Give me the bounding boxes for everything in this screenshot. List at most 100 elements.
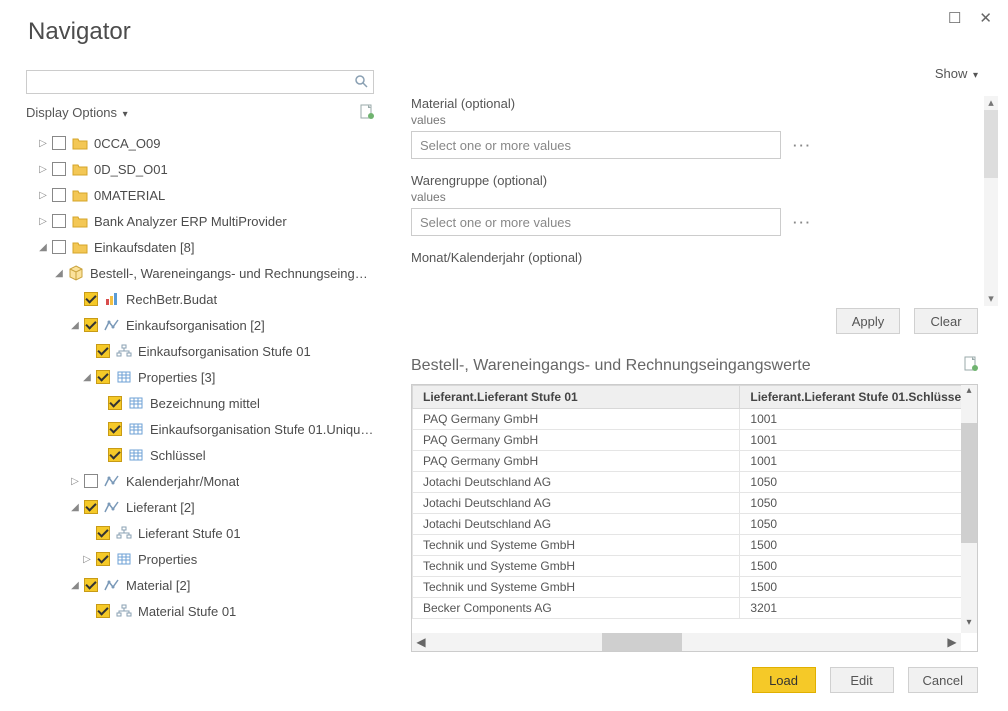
- checkbox[interactable]: [84, 474, 98, 488]
- checkbox[interactable]: [84, 500, 98, 514]
- tree-kalender-monat[interactable]: ▷Kalenderjahr/Monat: [26, 468, 374, 494]
- tree-bwr-cube[interactable]: ◢Bestell-, Wareneingangs- und Rechnungse…: [26, 260, 374, 286]
- table-row[interactable]: Technik und Systeme GmbH1500Technik und …: [413, 577, 962, 598]
- checkbox[interactable]: [108, 422, 122, 436]
- tree-einkaufsorg-stufe01[interactable]: Einkaufsorganisation Stufe 01: [26, 338, 374, 364]
- clear-button[interactable]: Clear: [914, 308, 978, 334]
- checkbox[interactable]: [96, 370, 110, 384]
- tree-lieferant[interactable]: ◢Lieferant [2]: [26, 494, 374, 520]
- table-cell: 1500: [740, 577, 961, 598]
- window-close-icon[interactable]: ✕: [979, 11, 992, 26]
- edit-button[interactable]: Edit: [830, 667, 894, 693]
- load-button[interactable]: Load: [752, 667, 816, 693]
- checkbox[interactable]: [84, 318, 98, 332]
- search-icon[interactable]: [354, 74, 368, 91]
- tree-einkaufsorg-props[interactable]: ◢Properties [3]: [26, 364, 374, 390]
- preview-grid[interactable]: Lieferant.Lieferant Stufe 01Lieferant.Li…: [411, 384, 978, 652]
- tree-rechbetr-budat[interactable]: RechBetr.Budat: [26, 286, 374, 312]
- filter-warengruppe-browse[interactable]: ···: [793, 215, 812, 230]
- filter-material-input[interactable]: Select one or more values: [411, 131, 781, 159]
- tree-bezeichnung-mittel[interactable]: Bezeichnung mittel: [26, 390, 374, 416]
- table-cell: 1050: [740, 493, 961, 514]
- filters-scrollbar[interactable]: ▴ ▾: [984, 96, 998, 306]
- column-header[interactable]: Lieferant.Lieferant Stufe 01.Schlüssel: [740, 386, 961, 409]
- tree-material[interactable]: ◢Material [2]: [26, 572, 374, 598]
- filter-warengruppe-label: Warengruppe (optional): [411, 173, 951, 188]
- display-options-dropdown[interactable]: Display Options ▾: [26, 105, 128, 120]
- tree-item-label: Einkaufsorganisation Stufe 01.UniqueNa..…: [150, 422, 374, 437]
- search-input[interactable]: [26, 70, 374, 94]
- table-row[interactable]: PAQ Germany GmbH1001PAQ Germany GmbH: [413, 409, 962, 430]
- table-row[interactable]: Jotachi Deutschland AG1050Jotachi Deutsc…: [413, 514, 962, 535]
- apply-button[interactable]: Apply: [836, 308, 900, 334]
- table-row[interactable]: Jotachi Deutschland AG1050Jotachi Deutsc…: [413, 493, 962, 514]
- checkbox[interactable]: [52, 214, 66, 228]
- scroll-down-icon[interactable]: ▾: [984, 292, 998, 306]
- tree-item-label: Einkaufsorganisation [2]: [126, 318, 265, 333]
- scroll-thumb[interactable]: [602, 633, 682, 651]
- add-sheet-icon[interactable]: [964, 356, 978, 375]
- checkbox[interactable]: [96, 526, 110, 540]
- grid-vscrollbar[interactable]: ▴ ▾: [961, 385, 977, 633]
- checkbox[interactable]: [52, 162, 66, 176]
- scroll-up-icon[interactable]: ▴: [984, 96, 998, 110]
- checkbox[interactable]: [52, 136, 66, 150]
- tree-material-stufe01[interactable]: Material Stufe 01: [26, 598, 374, 624]
- table-row[interactable]: Becker Components AG3201Becker Component…: [413, 598, 962, 619]
- checkbox[interactable]: [108, 448, 122, 462]
- window-maximize-icon[interactable]: ☐: [948, 11, 961, 26]
- navigator-tree[interactable]: ▷0CCA_O09▷0D_SD_O01▷0MATERIAL▷Bank Analy…: [26, 130, 374, 630]
- checkbox[interactable]: [52, 240, 66, 254]
- checkbox[interactable]: [108, 396, 122, 410]
- expand-toggle-icon[interactable]: ◢: [38, 242, 48, 253]
- scroll-down-icon[interactable]: ▾: [961, 617, 977, 633]
- checkbox[interactable]: [84, 578, 98, 592]
- table-row[interactable]: Technik und Systeme GmbH1500Technik und …: [413, 535, 962, 556]
- table-row[interactable]: Technik und Systeme GmbH1500Technik und …: [413, 556, 962, 577]
- expand-toggle-icon[interactable]: ▷: [38, 216, 48, 227]
- checkbox[interactable]: [52, 188, 66, 202]
- refresh-preview-icon[interactable]: [360, 104, 374, 120]
- tree-lieferant-props[interactable]: ▷Properties: [26, 546, 374, 572]
- tree-material-props[interactable]: ▷Properties: [26, 624, 374, 630]
- table-icon: [128, 421, 144, 437]
- expand-toggle-icon[interactable]: ▷: [38, 190, 48, 201]
- tree-einkaufsdaten[interactable]: ◢Einkaufsdaten [8]: [26, 234, 374, 260]
- checkbox[interactable]: [96, 552, 110, 566]
- tree-schluessel[interactable]: Schlüssel: [26, 442, 374, 468]
- tree-0material[interactable]: ▷0MATERIAL: [26, 182, 374, 208]
- checkbox[interactable]: [96, 344, 110, 358]
- tree-einkaufsorganisation[interactable]: ◢ Einkaufsorganisation [2]: [26, 312, 374, 338]
- checkbox[interactable]: [96, 604, 110, 618]
- expand-toggle-icon[interactable]: ◢: [70, 580, 80, 591]
- expand-toggle-icon[interactable]: ▷: [38, 164, 48, 175]
- cancel-button[interactable]: Cancel: [908, 667, 978, 693]
- table-row[interactable]: Jotachi Deutschland AG1050Jotachi Deutsc…: [413, 472, 962, 493]
- table-cell: PAQ Germany GmbH: [413, 430, 740, 451]
- scroll-up-icon[interactable]: ▴: [961, 385, 977, 401]
- scroll-left-icon[interactable]: ◀: [412, 633, 430, 651]
- expand-toggle-icon[interactable]: ◢: [70, 320, 80, 331]
- scroll-right-icon[interactable]: ▶: [943, 633, 961, 651]
- tree-0d-sd-o01[interactable]: ▷0D_SD_O01: [26, 156, 374, 182]
- show-dropdown[interactable]: Show ▾: [935, 66, 978, 81]
- grid-hscrollbar[interactable]: ◀ ▶: [412, 633, 961, 651]
- tree-0cca-o09[interactable]: ▷0CCA_O09: [26, 130, 374, 156]
- expand-toggle-icon[interactable]: ▷: [82, 554, 92, 565]
- scroll-thumb[interactable]: [961, 423, 977, 543]
- scroll-thumb[interactable]: [984, 110, 998, 178]
- expand-toggle-icon[interactable]: ▷: [70, 476, 80, 487]
- tree-bank-analyzer[interactable]: ▷Bank Analyzer ERP MultiProvider: [26, 208, 374, 234]
- expand-toggle-icon[interactable]: ◢: [54, 268, 64, 279]
- expand-toggle-icon[interactable]: ◢: [82, 372, 92, 383]
- table-row[interactable]: PAQ Germany GmbH1001PAQ Germany GmbH: [413, 430, 962, 451]
- tree-lieferant-stufe01[interactable]: Lieferant Stufe 01: [26, 520, 374, 546]
- column-header[interactable]: Lieferant.Lieferant Stufe 01: [413, 386, 740, 409]
- expand-toggle-icon[interactable]: ▷: [38, 138, 48, 149]
- filter-material-browse[interactable]: ···: [793, 138, 812, 153]
- tree-einkaufsorg-uniquename[interactable]: Einkaufsorganisation Stufe 01.UniqueNa..…: [26, 416, 374, 442]
- checkbox[interactable]: [84, 292, 98, 306]
- filter-warengruppe-input[interactable]: Select one or more values: [411, 208, 781, 236]
- expand-toggle-icon[interactable]: ◢: [70, 502, 80, 513]
- table-row[interactable]: PAQ Germany GmbH1001PAQ Germany GmbH: [413, 451, 962, 472]
